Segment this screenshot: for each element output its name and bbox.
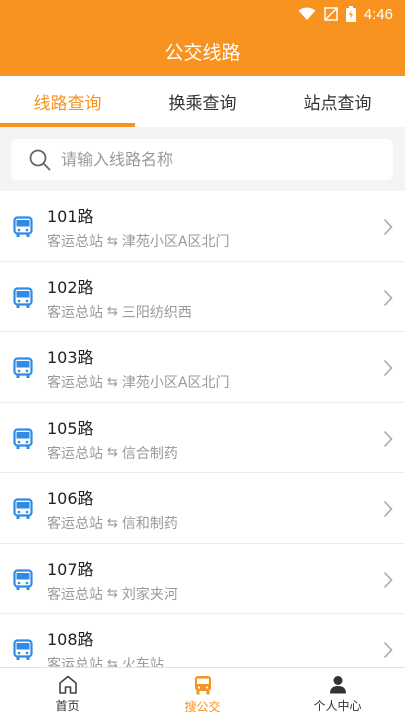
chevron-right-icon	[383, 289, 393, 306]
route-stops: 客运总站 ⇆ 三阳纺织西	[47, 302, 192, 322]
route-stops: 客运总站 ⇆ 津苑小区A区北门	[47, 231, 229, 251]
search-icon	[29, 149, 51, 170]
route-to: 津苑小区A区北门	[121, 234, 230, 250]
route-to: 津苑小区A区北门	[121, 375, 230, 391]
nav-home[interactable]: 首页	[0, 668, 135, 720]
route-from: 客运总站	[47, 445, 103, 462]
swap-arrow-icon: ⇆	[107, 515, 118, 531]
route-to: 刘家夹河	[121, 586, 178, 603]
list-item[interactable]: 101路 客运总站 ⇆ 津苑小区A区北门	[0, 191, 405, 262]
tab-bar: 线路查询 换乘查询 站点查询	[0, 76, 405, 127]
page-title: 公交线路	[164, 42, 241, 64]
route-to: 火车站	[121, 657, 164, 667]
swap-arrow-icon: ⇆	[107, 233, 118, 249]
tab-route-search[interactable]: 线路查询	[0, 76, 135, 127]
route-name: 103路	[47, 348, 94, 367]
route-name: 107路	[47, 559, 94, 579]
list-item[interactable]: 108路 客运总站 ⇆ 火车站	[0, 614, 405, 667]
route-from: 客运总站	[47, 375, 103, 391]
nav-bus-search[interactable]: 搜公交	[135, 668, 270, 720]
route-from: 客运总站	[47, 234, 103, 250]
list-item[interactable]: 103路 客运总站 ⇆ 津苑小区A区北门	[0, 332, 405, 403]
nav-profile-label: 个人中心	[313, 699, 362, 713]
swap-arrow-icon: ⇆	[107, 586, 118, 601]
route-from: 客运总站	[47, 657, 103, 667]
swap-arrow-icon: ⇆	[107, 304, 118, 319]
route-to: 三阳纺织西	[121, 304, 192, 321]
home-icon	[58, 675, 77, 694]
route-from: 客运总站	[47, 516, 103, 532]
nav-home-label: 首页	[55, 699, 80, 713]
bus-icon	[13, 286, 33, 308]
bus-icon	[13, 639, 33, 660]
search-box[interactable]	[11, 139, 393, 180]
list-item[interactable]: 102路 客运总站 ⇆ 三阳纺织西	[0, 262, 405, 332]
route-name: 102路	[47, 277, 94, 297]
wifi-icon	[298, 7, 316, 20]
bottom-nav: 首页 搜公交 个人中心	[0, 667, 405, 720]
tab-transfer-search[interactable]: 换乘查询	[135, 76, 270, 127]
chevron-right-icon	[383, 430, 393, 447]
route-name: 106路	[47, 489, 94, 508]
route-stops: 客运总站 ⇆ 信合制药	[47, 443, 178, 463]
battery-icon	[345, 6, 356, 22]
route-stops: 客运总站 ⇆ 信和制药	[47, 513, 178, 533]
route-name: 108路	[47, 630, 94, 649]
route-to: 信和制药	[121, 516, 178, 532]
search-area	[0, 127, 405, 191]
status-time: 4:46	[363, 5, 393, 23]
no-signal-icon	[324, 7, 338, 21]
status-bar: 4:46	[0, 0, 405, 28]
route-stops: 客运总站 ⇆ 津苑小区A区北门	[47, 372, 229, 392]
bus-icon	[13, 498, 33, 519]
list-item[interactable]: 105路 客运总站 ⇆ 信合制药	[0, 403, 405, 473]
chevron-right-icon	[383, 641, 393, 659]
tab-stop-search[interactable]: 站点查询	[270, 76, 405, 127]
chevron-right-icon	[383, 218, 393, 236]
search-input[interactable]	[61, 150, 361, 169]
route-name: 105路	[47, 418, 94, 438]
chevron-right-icon	[383, 500, 393, 518]
route-stops: 客运总站 ⇆ 刘家夹河	[47, 584, 178, 604]
bus-icon	[13, 216, 33, 237]
app-header: 4:46 公交线路	[0, 0, 405, 76]
bus-icon	[194, 676, 211, 695]
route-name: 101路	[47, 207, 94, 226]
swap-arrow-icon: ⇆	[107, 374, 118, 390]
route-stops: 客运总站 ⇆ 火车站	[47, 654, 164, 668]
route-list: 101路 客运总站 ⇆ 津苑小区A区北门 102路 客运总站 ⇆ 三阳纺织西 1…	[0, 191, 405, 667]
list-item[interactable]: 107路 客运总站 ⇆ 刘家夹河	[0, 544, 405, 614]
nav-profile[interactable]: 个人中心	[270, 668, 405, 720]
route-from: 客运总站	[47, 586, 103, 603]
chevron-right-icon	[383, 359, 393, 377]
bus-icon	[13, 357, 33, 378]
chevron-right-icon	[383, 571, 393, 588]
person-icon	[329, 676, 346, 694]
swap-arrow-icon: ⇆	[107, 445, 118, 460]
bus-icon	[13, 568, 33, 590]
nav-bus-search-label: 搜公交	[184, 700, 221, 714]
bus-icon	[13, 427, 33, 449]
route-to: 信合制药	[121, 445, 178, 462]
swap-arrow-icon: ⇆	[107, 656, 118, 668]
list-item[interactable]: 106路 客运总站 ⇆ 信和制药	[0, 473, 405, 544]
route-from: 客运总站	[47, 304, 103, 321]
